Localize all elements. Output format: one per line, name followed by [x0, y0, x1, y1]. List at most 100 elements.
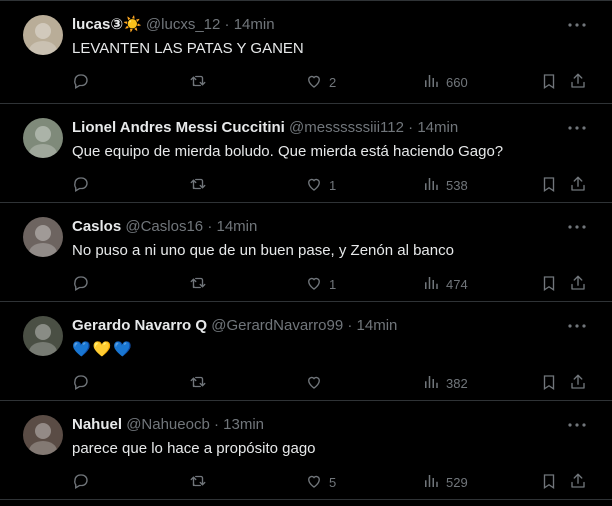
share-icon	[569, 274, 587, 295]
view-count: 382	[446, 375, 468, 391]
like-button[interactable]: 2	[305, 71, 336, 93]
avatar[interactable]	[23, 415, 63, 455]
name-emoji: ☀️	[123, 16, 142, 33]
tweet[interactable]: Nahuel @Nahueocb · 13min parece que lo h…	[0, 401, 612, 500]
retweet-icon	[189, 274, 207, 295]
display-name[interactable]: lucas	[72, 16, 110, 33]
more-icon[interactable]	[568, 316, 586, 336]
tweet-header: Nahuel @Nahueocb · 13min	[72, 415, 552, 435]
retweet-button[interactable]	[189, 71, 213, 93]
reply-button[interactable]	[72, 71, 96, 93]
reply-button[interactable]	[72, 174, 96, 196]
handle[interactable]: @Caslos16	[125, 218, 203, 235]
heart-icon	[305, 274, 323, 295]
reply-button[interactable]	[72, 273, 96, 295]
heart-emoji: 💙	[72, 341, 91, 358]
bookmark-icon	[540, 72, 558, 93]
bookmark-button[interactable]	[540, 372, 558, 394]
handle[interactable]: @Nahueocb	[126, 416, 210, 433]
retweet-button[interactable]	[189, 174, 213, 196]
views-icon	[422, 175, 440, 196]
avatar[interactable]	[23, 217, 63, 257]
like-button[interactable]	[305, 372, 329, 394]
tweet-header: Caslos @Caslos16 · 14min	[72, 217, 552, 237]
reply-icon	[72, 72, 90, 93]
timestamp[interactable]: 14min	[357, 317, 398, 334]
display-name[interactable]: Caslos	[72, 218, 121, 235]
views-button[interactable]: 529	[422, 471, 468, 493]
separator-dot: ·	[347, 317, 353, 334]
tweet[interactable]: Gerardo Navarro Q @GerardNavarro99 · 14m…	[0, 302, 612, 401]
tweet-text: Que equipo de mierda boludo. Que mierda …	[72, 143, 504, 160]
heart-icon	[305, 72, 323, 93]
display-name[interactable]: Nahuel	[72, 416, 122, 433]
avatar[interactable]	[23, 15, 63, 55]
timestamp[interactable]: 14min	[417, 119, 458, 136]
more-icon[interactable]	[568, 118, 586, 138]
tweet[interactable]: Lionel Andres Messi Cuccitini @messssssi…	[0, 104, 612, 203]
views-button[interactable]: 538	[422, 174, 468, 196]
display-name[interactable]: Lionel Andres Messi Cuccitini	[72, 119, 285, 136]
tweet[interactable]: lucas③☀️ @lucxs_12 · 14min LEVANTEN LAS …	[0, 0, 612, 104]
handle[interactable]: @lucxs_12	[146, 16, 220, 33]
timestamp[interactable]: 13min	[223, 416, 264, 433]
tweet-header: Gerardo Navarro Q @GerardNavarro99 · 14m…	[72, 316, 552, 336]
bookmark-button[interactable]	[540, 471, 558, 493]
share-button[interactable]	[569, 71, 587, 93]
timestamp[interactable]: 14min	[216, 218, 257, 235]
view-count: 660	[446, 74, 468, 90]
reply-button[interactable]	[72, 372, 96, 394]
avatar[interactable]	[23, 316, 63, 356]
like-button[interactable]: 1	[305, 174, 336, 196]
action-bar: 5 529	[72, 471, 590, 493]
action-bar: 2 660	[72, 71, 590, 93]
retweet-icon	[189, 373, 207, 394]
tweet-text: No puso a ni uno que de un buen pase, y …	[72, 242, 454, 259]
bookmark-button[interactable]	[540, 273, 558, 295]
share-button[interactable]	[569, 471, 587, 493]
views-button[interactable]: 382	[422, 372, 468, 394]
bookmark-icon	[540, 175, 558, 196]
more-icon[interactable]	[568, 415, 586, 435]
views-icon	[422, 472, 440, 493]
avatar[interactable]	[23, 118, 63, 158]
like-count: 1	[329, 177, 337, 193]
view-count: 474	[446, 276, 468, 292]
heart-icon	[305, 175, 323, 196]
views-button[interactable]: 660	[422, 71, 468, 93]
share-button[interactable]	[569, 174, 587, 196]
heart-emoji: 💙	[113, 341, 133, 358]
retweet-button[interactable]	[189, 471, 213, 493]
like-button[interactable]: 1	[305, 273, 336, 295]
heart-icon	[305, 373, 323, 394]
tweet-text: LEVANTEN LAS PATAS Y GANEN	[72, 40, 304, 57]
more-icon[interactable]	[568, 217, 586, 237]
share-button[interactable]	[569, 273, 587, 295]
heart-emoji: 💛	[92, 341, 112, 358]
reply-icon	[72, 472, 90, 493]
share-icon	[569, 373, 587, 394]
handle[interactable]: @GerardNavarro99	[211, 317, 343, 334]
more-icon[interactable]	[568, 15, 586, 35]
share-icon	[569, 472, 587, 493]
reply-icon	[72, 175, 90, 196]
share-button[interactable]	[569, 372, 587, 394]
bookmark-button[interactable]	[540, 71, 558, 93]
like-button[interactable]: 5	[305, 471, 336, 493]
bookmark-icon	[540, 472, 558, 493]
views-button[interactable]: 474	[422, 273, 468, 295]
tweet-header: lucas③☀️ @lucxs_12 · 14min	[72, 15, 552, 35]
views-icon	[422, 72, 440, 93]
action-bar: 1 474	[72, 273, 590, 295]
tweet-text: parece que lo hace a propósito gago	[72, 440, 316, 457]
tweet[interactable]: Caslos @Caslos16 · 14min No puso a ni un…	[0, 203, 612, 302]
tweet-header: Lionel Andres Messi Cuccitini @messssssi…	[72, 118, 552, 138]
bookmark-button[interactable]	[540, 174, 558, 196]
retweet-button[interactable]	[189, 372, 213, 394]
timestamp[interactable]: 14min	[234, 16, 275, 33]
display-name[interactable]: Gerardo Navarro Q	[72, 317, 207, 334]
action-bar: 1 538	[72, 174, 590, 196]
handle[interactable]: @messssssiii112	[289, 119, 404, 136]
reply-button[interactable]	[72, 471, 96, 493]
retweet-button[interactable]	[189, 273, 213, 295]
